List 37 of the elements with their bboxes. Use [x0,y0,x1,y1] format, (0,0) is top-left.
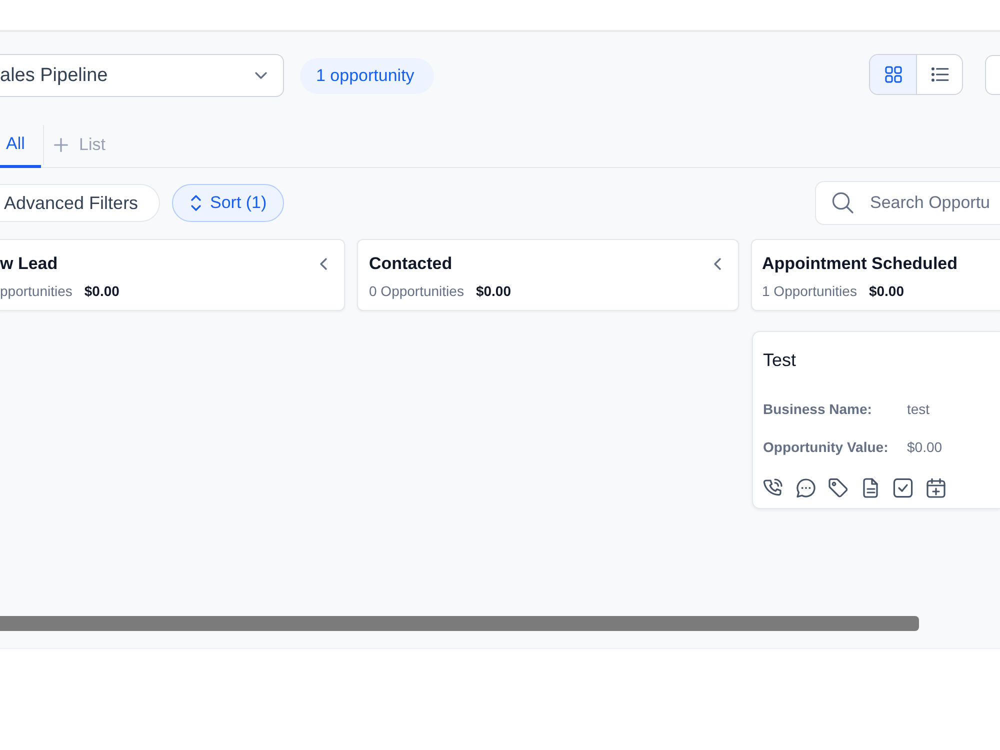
sort-icon [191,195,201,211]
scrollbar-thumb[interactable] [0,616,919,631]
column-total: $0.00 [868,283,904,299]
search-field[interactable]: Search Opportu [815,181,1000,225]
tag-icon[interactable] [828,478,848,498]
opportunity-card[interactable]: Test Business Name: test Opportunity Value: $0.00 [752,331,1000,509]
column-title: Appointment Scheduled [762,254,958,274]
opportunity-count: pportunities [0,283,72,299]
count-badge: 1 opportunity [300,58,434,94]
card-title: Test [763,350,798,371]
column-title: w Lead [0,254,58,274]
list-view-button[interactable] [916,55,962,94]
grid-icon [884,66,902,83]
advanced-filters-button[interactable]: Advanced Filters [0,184,160,222]
checkbox-icon[interactable] [893,478,914,498]
field-label: Opportunity Value: [763,439,890,455]
chevron-left-icon[interactable] [714,258,721,270]
grid-view-button[interactable] [870,55,916,94]
document-icon[interactable] [860,478,881,498]
field-value: $0.00 [907,439,944,455]
column-total: $0.00 [476,283,511,299]
sort-button[interactable]: Sort (1) [172,184,284,222]
pipeline-select[interactable]: ales Pipeline [0,54,284,97]
column-total: $0.00 [84,283,120,299]
calendar-plus-icon[interactable] [926,478,946,498]
list-icon [930,67,948,82]
field-value: test [907,401,931,417]
opportunity-count: 1 Opportunities [762,283,857,299]
phone-icon[interactable] [763,478,783,498]
plus-icon [54,138,68,152]
chevron-left-icon[interactable] [320,258,327,270]
field-label: Business Name: [763,401,873,417]
search-icon [832,192,854,214]
chevron-down-icon [255,72,267,79]
column-title: Contacted [369,254,452,274]
opportunity-count: 0 Opportunities [369,283,464,299]
chat-icon[interactable] [796,478,816,498]
